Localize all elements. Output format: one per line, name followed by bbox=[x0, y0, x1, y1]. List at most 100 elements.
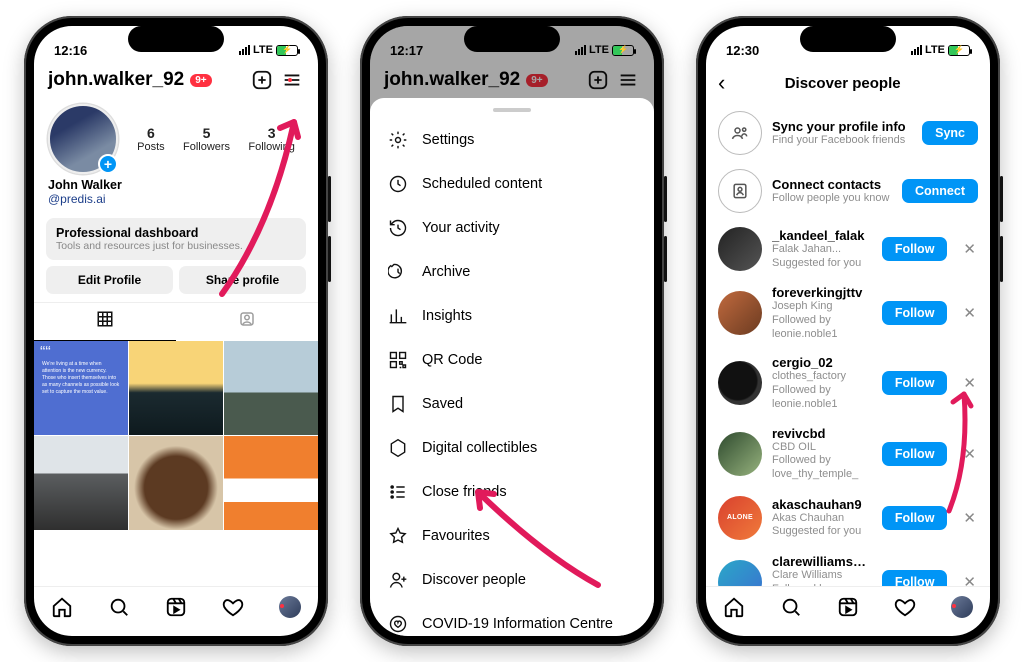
menu-item-digital-collectibles[interactable]: Digital collectibles bbox=[370, 426, 654, 470]
professional-dashboard-card[interactable]: Professional dashboard Tools and resourc… bbox=[46, 218, 306, 260]
star-icon bbox=[388, 526, 408, 546]
heart-icon[interactable] bbox=[222, 596, 244, 618]
suggestion-avatar bbox=[718, 227, 762, 271]
dismiss-button[interactable]: ✕ bbox=[957, 240, 978, 258]
sync-button[interactable]: Sync bbox=[922, 121, 978, 145]
edit-profile-button[interactable]: Edit Profile bbox=[46, 266, 173, 294]
menu-button[interactable] bbox=[280, 68, 304, 92]
menu-item-settings[interactable]: Settings bbox=[370, 118, 654, 162]
suggestion-row[interactable]: revivcbdCBD OILFollowed by love_thy_temp… bbox=[706, 419, 990, 489]
suggestion-row[interactable]: ALONEakaschauhan9Akas ChauhanSuggested f… bbox=[706, 489, 990, 547]
suggestion-avatar bbox=[718, 432, 762, 476]
list-icon bbox=[388, 482, 408, 502]
dismiss-button[interactable]: ✕ bbox=[957, 374, 978, 392]
suggestion-username: revivcbd bbox=[772, 426, 872, 441]
stat-following[interactable]: 3Following bbox=[248, 125, 294, 153]
username-label[interactable]: john.walker_92 bbox=[48, 69, 184, 91]
signal-icon bbox=[575, 45, 586, 55]
menu-item-your-activity[interactable]: Your activity bbox=[370, 206, 654, 250]
menu-item-qr-code[interactable]: QR Code bbox=[370, 338, 654, 382]
add-story-button[interactable]: + bbox=[98, 154, 118, 174]
suggestion-avatar: ALONE bbox=[718, 496, 762, 540]
screen-menu: 12:17 LTE ⚡ john.walker_92 9+ SettingsSc… bbox=[370, 26, 654, 636]
reels-icon[interactable] bbox=[165, 596, 187, 618]
display-name: John Walker bbox=[48, 178, 304, 192]
settings-gear-icon bbox=[388, 130, 408, 150]
connect-contacts-row[interactable]: Connect contacts Follow people you know … bbox=[706, 162, 990, 220]
suggestion-avatar bbox=[718, 291, 762, 335]
home-icon[interactable] bbox=[51, 596, 73, 618]
suggestion-name: Akas Chauhan bbox=[772, 512, 872, 526]
menu-item-archive[interactable]: Archive bbox=[370, 250, 654, 294]
suggestion-name: Clare Williams bbox=[772, 569, 872, 583]
insights-icon bbox=[388, 306, 408, 326]
follow-button[interactable]: Follow bbox=[882, 570, 948, 586]
dismiss-button[interactable]: ✕ bbox=[957, 509, 978, 527]
website-link[interactable]: @predis.ai bbox=[48, 192, 304, 206]
follow-button[interactable]: Follow bbox=[882, 237, 948, 261]
menu-item-label: Digital collectibles bbox=[422, 440, 537, 456]
post-thumbnail[interactable] bbox=[129, 436, 223, 530]
menu-item-covid-19-information-centre[interactable]: COVID-19 Information Centre bbox=[370, 602, 654, 636]
notification-badge: 9+ bbox=[190, 74, 211, 87]
menu-item-insights[interactable]: Insights bbox=[370, 294, 654, 338]
home-icon[interactable] bbox=[723, 596, 745, 618]
suggestion-name: Falak Jahan... bbox=[772, 243, 872, 257]
status-time: 12:16 bbox=[54, 43, 87, 58]
contacts-icon bbox=[718, 169, 762, 213]
search-icon[interactable] bbox=[780, 596, 802, 618]
create-post-button[interactable] bbox=[250, 68, 274, 92]
follow-button[interactable]: Follow bbox=[882, 301, 948, 325]
plus-square-icon bbox=[251, 69, 273, 91]
menu-item-close-friends[interactable]: Close friends bbox=[370, 470, 654, 514]
profile-header: john.walker_92 9+ bbox=[34, 66, 318, 100]
follow-button[interactable]: Follow bbox=[882, 371, 948, 395]
post-thumbnail[interactable] bbox=[224, 341, 318, 435]
home-indicator bbox=[793, 636, 903, 640]
sync-profile-row[interactable]: Sync your profile info Find your Faceboo… bbox=[706, 104, 990, 162]
post-thumbnail[interactable]: We're living at a time when attention is… bbox=[34, 341, 128, 435]
menu-item-scheduled-content[interactable]: Scheduled content bbox=[370, 162, 654, 206]
post-thumbnail[interactable] bbox=[224, 436, 318, 530]
follow-button[interactable]: Follow bbox=[882, 506, 948, 530]
suggestion-row[interactable]: _kandeel_falakFalak Jahan...Suggested fo… bbox=[706, 220, 990, 278]
tab-grid[interactable] bbox=[34, 303, 176, 341]
notch bbox=[800, 26, 896, 52]
post-thumbnail[interactable] bbox=[34, 436, 128, 530]
battery-icon: ⚡ bbox=[612, 45, 634, 56]
heart-icon[interactable] bbox=[894, 596, 916, 618]
menu-item-discover-people[interactable]: Discover people bbox=[370, 558, 654, 602]
suggestion-name: clothes_factory bbox=[772, 370, 872, 384]
avatar[interactable]: + bbox=[48, 104, 118, 174]
dismiss-button[interactable]: ✕ bbox=[957, 573, 978, 586]
suggestion-avatar bbox=[718, 560, 762, 586]
bottom-tab-bar bbox=[706, 586, 990, 636]
menu-item-saved[interactable]: Saved bbox=[370, 382, 654, 426]
posts-grid: We're living at a time when attention is… bbox=[34, 341, 318, 530]
stat-posts[interactable]: 6Posts bbox=[137, 125, 165, 153]
search-icon[interactable] bbox=[108, 596, 130, 618]
signal-icon bbox=[911, 45, 922, 55]
suggestion-username: cergio_02 bbox=[772, 355, 872, 370]
tab-tagged[interactable] bbox=[176, 303, 318, 341]
share-profile-button[interactable]: Share profile bbox=[179, 266, 306, 294]
home-indicator bbox=[121, 636, 231, 640]
dismiss-button[interactable]: ✕ bbox=[957, 445, 978, 463]
suggestion-row[interactable]: cergio_02clothes_factoryFollowed by leon… bbox=[706, 348, 990, 418]
activity-history-icon bbox=[388, 218, 408, 238]
menu-item-label: Your activity bbox=[422, 220, 500, 236]
follow-button[interactable]: Follow bbox=[882, 442, 948, 466]
post-thumbnail[interactable] bbox=[129, 341, 223, 435]
sheet-grabber[interactable] bbox=[493, 108, 531, 112]
menu-item-favourites[interactable]: Favourites bbox=[370, 514, 654, 558]
screen-discover: 12:30 LTE ⚡ ‹ Discover people Sync your … bbox=[706, 26, 990, 636]
reels-icon[interactable] bbox=[837, 596, 859, 618]
suggestion-row[interactable]: foreverkingjttvJoseph KingFollowed by le… bbox=[706, 278, 990, 348]
stat-followers[interactable]: 5Followers bbox=[183, 125, 230, 153]
battery-icon: ⚡ bbox=[948, 45, 970, 56]
menu-item-label: COVID-19 Information Centre bbox=[422, 616, 613, 632]
connect-button[interactable]: Connect bbox=[902, 179, 978, 203]
suggestion-row[interactable]: clarewilliams_scentsy...Clare WilliamsFo… bbox=[706, 547, 990, 586]
dismiss-button[interactable]: ✕ bbox=[957, 304, 978, 322]
phone-mockup-profile: 12:16 LTE ⚡ john.walker_92 9+ + bbox=[24, 16, 328, 646]
